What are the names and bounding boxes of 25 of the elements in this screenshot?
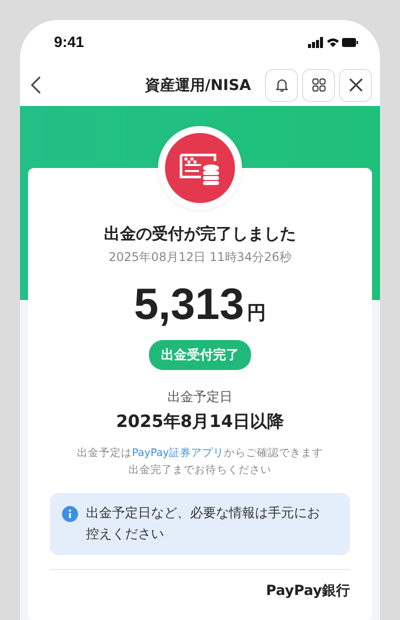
- back-button[interactable]: [30, 75, 42, 95]
- app-link[interactable]: PayPay証券アプリ: [132, 447, 224, 459]
- status-icons: [308, 36, 358, 48]
- amount: 5,313: [134, 280, 244, 330]
- schedule-note: 出金予定は PayPay証券アプリ からご確認できます: [76, 446, 324, 461]
- close-icon: [348, 78, 362, 92]
- timestamp: 2025年08月12日 11時34分26秒: [108, 249, 292, 266]
- bell-button[interactable]: [265, 68, 298, 102]
- currency-unit: 円: [247, 301, 266, 326]
- status-badge: 出金受付完了: [149, 340, 251, 370]
- info-icon: [62, 506, 78, 522]
- certificate-coins-icon: [165, 133, 235, 203]
- info-text: 出金予定日など、必要な情報は手元にお控えください: [86, 505, 321, 544]
- page-title: 資産運用/NISA: [144, 76, 251, 94]
- completion-title: 出金の受付が完了しました: [104, 224, 296, 245]
- wait-note: 出金完了までお待ちください: [128, 463, 272, 478]
- bank-name: PayPay銀行: [266, 582, 350, 600]
- scheduled-date: 2025年8月14日以降: [116, 411, 284, 433]
- bell-icon: [274, 77, 290, 93]
- status-time: 9:41: [54, 34, 84, 50]
- close-button[interactable]: [339, 68, 372, 102]
- back-icon: [30, 75, 42, 95]
- scheduled-date-label: 出金予定日: [168, 389, 232, 406]
- grid-icon: [312, 78, 326, 92]
- grid-menu-button[interactable]: [302, 68, 335, 102]
